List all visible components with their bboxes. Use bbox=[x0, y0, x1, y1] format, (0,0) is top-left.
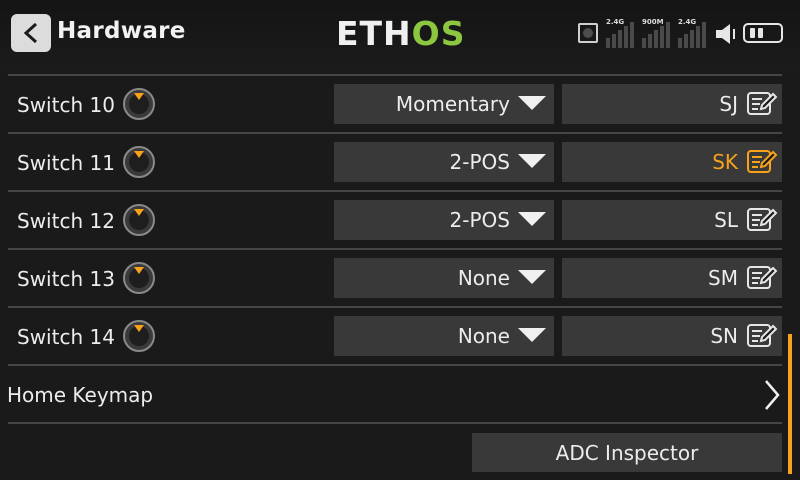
switch-name-value: SL bbox=[714, 208, 738, 232]
ethos-logo: ETHOS bbox=[336, 14, 466, 53]
switch-name-value: SM bbox=[708, 266, 738, 290]
switch-name-field[interactable]: SM bbox=[562, 258, 782, 298]
switch-type-select[interactable]: None bbox=[334, 316, 554, 356]
signal-icon: 900M bbox=[638, 18, 678, 48]
status-area: 2.4G 900M 2.4G bbox=[576, 14, 786, 50]
switch-name-field[interactable]: SN bbox=[562, 316, 782, 356]
edit-icon bbox=[747, 92, 778, 115]
switch-name-field[interactable]: SJ bbox=[562, 84, 782, 124]
edit-icon bbox=[747, 150, 778, 173]
divider bbox=[8, 74, 782, 76]
top-bar: Hardware ETHOS 2.4G 900M 2.4G bbox=[0, 0, 800, 66]
switch-type-value: Momentary bbox=[395, 92, 510, 116]
adc-inspector-button[interactable]: ADC Inspector bbox=[472, 433, 782, 472]
edit-icon bbox=[747, 324, 778, 347]
divider bbox=[8, 248, 782, 250]
switch-label: Switch 10 bbox=[17, 93, 115, 117]
dropdown-arrow-icon bbox=[518, 270, 546, 284]
switch-knob-icon bbox=[123, 146, 155, 178]
switch-knob-icon bbox=[123, 320, 155, 352]
switch-knob-icon bbox=[123, 204, 155, 236]
switch-type-select[interactable]: None bbox=[334, 258, 554, 298]
chevron-right-icon bbox=[765, 380, 780, 410]
chevron-left-icon bbox=[23, 22, 38, 44]
switch-name-field[interactable]: SL bbox=[562, 200, 782, 240]
divider bbox=[8, 306, 782, 308]
band-label: 2.4G bbox=[678, 18, 697, 26]
switch-type-select[interactable]: Momentary bbox=[334, 84, 554, 124]
switch-knob-icon bbox=[123, 88, 155, 120]
switch-name-value: SN bbox=[710, 324, 738, 348]
switch-type-value: 2-POS bbox=[449, 208, 510, 232]
battery-icon bbox=[743, 23, 783, 43]
adc-inspector-label: ADC Inspector bbox=[555, 441, 699, 465]
switch-type-select[interactable]: 2-POS bbox=[334, 142, 554, 182]
page-title: Hardware bbox=[57, 18, 186, 44]
switch-name-field[interactable]: SK bbox=[562, 142, 782, 182]
divider bbox=[8, 422, 782, 424]
logo-text-os: OS bbox=[411, 14, 466, 53]
dropdown-arrow-icon bbox=[518, 212, 546, 226]
signal-icon: 2.4G bbox=[676, 18, 716, 48]
signal-icon: 2.4G bbox=[602, 18, 638, 48]
switch-label: Switch 11 bbox=[17, 151, 115, 175]
switch-name-value: SK bbox=[712, 150, 738, 174]
dropdown-arrow-icon bbox=[518, 96, 546, 110]
back-button[interactable] bbox=[11, 14, 51, 52]
dropdown-arrow-icon bbox=[518, 328, 546, 342]
band-label: 900M bbox=[642, 18, 664, 26]
dropdown-arrow-icon bbox=[518, 154, 546, 168]
divider bbox=[8, 132, 782, 134]
switch-label: Switch 13 bbox=[17, 267, 115, 291]
sim-icon bbox=[578, 23, 598, 43]
scrollbar[interactable] bbox=[788, 334, 792, 474]
switch-type-select[interactable]: 2-POS bbox=[334, 200, 554, 240]
edit-icon bbox=[747, 208, 778, 231]
edit-icon bbox=[747, 266, 778, 289]
switch-type-value: None bbox=[457, 266, 510, 290]
band-label: 2.4G bbox=[606, 18, 625, 26]
divider bbox=[8, 364, 782, 366]
divider bbox=[8, 190, 782, 192]
switch-label: Switch 14 bbox=[17, 325, 115, 349]
switch-knob-icon bbox=[123, 262, 155, 294]
switch-type-value: None bbox=[457, 324, 510, 348]
switch-label: Switch 12 bbox=[17, 209, 115, 233]
switch-type-value: 2-POS bbox=[449, 150, 510, 174]
home-keymap-label: Home Keymap bbox=[7, 383, 154, 407]
switch-name-value: SJ bbox=[719, 92, 738, 116]
logo-text-eth: ETH bbox=[336, 14, 412, 53]
speaker-icon bbox=[716, 24, 735, 44]
